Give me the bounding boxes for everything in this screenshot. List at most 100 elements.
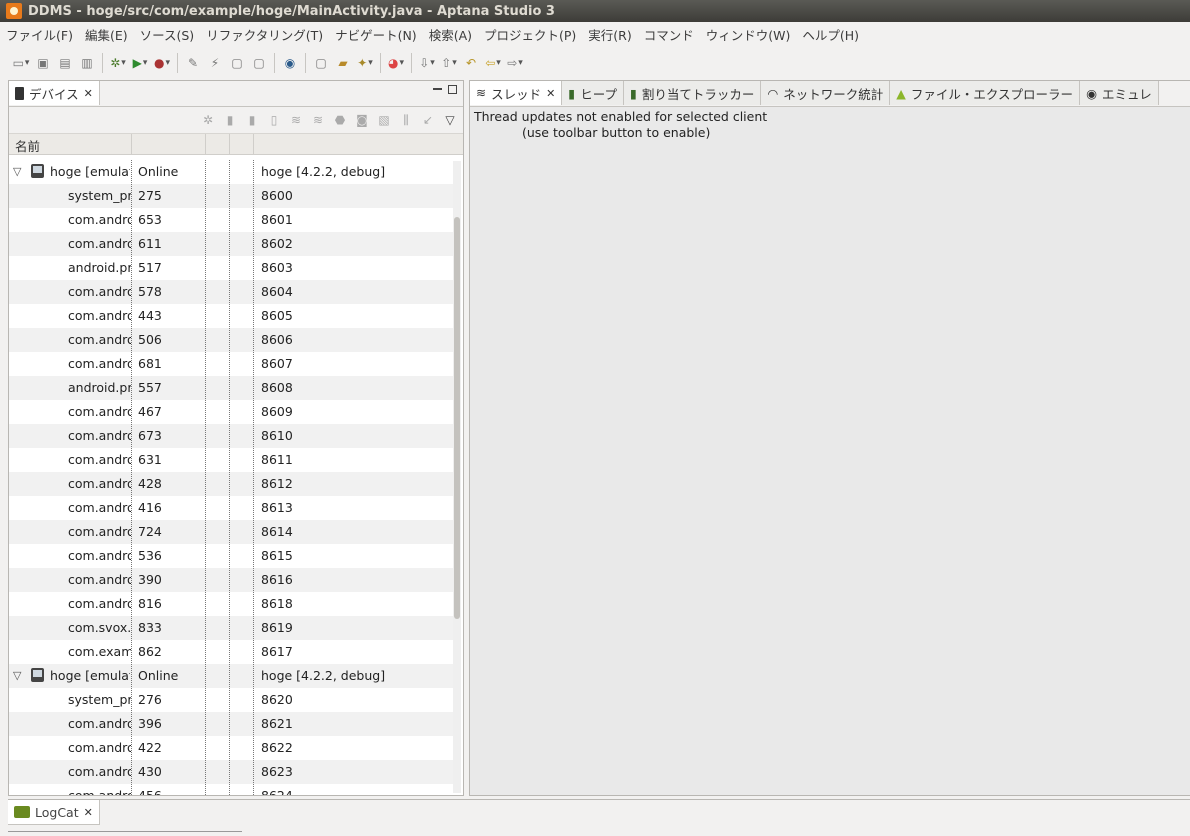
thread-icon: ≋ [476, 86, 487, 100]
wand-icon[interactable]: ✦ [356, 54, 374, 72]
menu-refactor[interactable]: リファクタリング(T) [200, 25, 329, 44]
systrace-icon[interactable]: ▧ [375, 111, 393, 129]
hierarchy-icon[interactable]: ↙ [419, 111, 437, 129]
color-wheel-icon[interactable]: ◕ [387, 54, 405, 72]
process-port: 8603 [261, 260, 293, 275]
forward-icon[interactable]: ⇨ [506, 54, 524, 72]
menu-window[interactable]: ウィンドウ(W) [700, 25, 797, 44]
view-menu-icon[interactable]: ▽ [441, 111, 459, 129]
device-row[interactable]: ▽ hoge [emulat Online hoge [4.2.2, debug] [9, 664, 453, 688]
external-tools-icon[interactable]: ● [153, 54, 171, 72]
previous-annotation-icon[interactable]: ⇧ [440, 54, 458, 72]
tool-icon[interactable]: ▢ [250, 54, 268, 72]
process-row[interactable]: com.andro 681 8607 [9, 352, 453, 376]
menu-navigate[interactable]: ナビゲート(N) [329, 25, 423, 44]
process-row[interactable]: com.andro 673 8610 [9, 424, 453, 448]
process-row[interactable]: com.andro 536 8615 [9, 544, 453, 568]
globe-icon[interactable]: ◉ [281, 54, 299, 72]
process-row[interactable]: com.andro 631 8611 [9, 448, 453, 472]
close-icon[interactable]: ✕ [84, 806, 93, 819]
column-divider[interactable] [253, 134, 254, 154]
close-icon[interactable]: ✕ [546, 87, 555, 100]
tab-network-statistics[interactable]: ◠ ネットワーク統計 [761, 81, 891, 105]
menu-source[interactable]: ソース(S) [134, 25, 201, 44]
process-row[interactable]: com.andro 416 8613 [9, 496, 453, 520]
process-row[interactable]: com.andro 506 8606 [9, 328, 453, 352]
update-threads-icon[interactable]: ≋ [287, 111, 305, 129]
process-row[interactable]: android.pr 557 8608 [9, 376, 453, 400]
tab-emulator-control[interactable]: ◉ エミュレ [1080, 81, 1159, 105]
cause-gc-icon[interactable]: ▯ [265, 111, 283, 129]
scrollbar-thumb[interactable] [454, 217, 460, 619]
minimize-icon[interactable] [433, 88, 442, 90]
tab-file-explorer[interactable]: ▲ ファイル・エクスプローラー [890, 81, 1081, 105]
tool-icon[interactable]: ▢ [228, 54, 246, 72]
tab-devices[interactable]: デバイス ✕ [9, 81, 100, 105]
process-row[interactable]: com.andro 422 8622 [9, 736, 453, 760]
print-icon[interactable]: ▥ [78, 54, 96, 72]
process-row[interactable]: com.andro 578 8604 [9, 280, 453, 304]
column-divider[interactable] [229, 134, 230, 154]
process-row[interactable]: com.andro 467 8609 [9, 400, 453, 424]
process-row[interactable]: android.pr 517 8603 [9, 256, 453, 280]
tab-logcat[interactable]: LogCat ✕ [8, 800, 100, 825]
next-annotation-icon[interactable]: ⇩ [418, 54, 436, 72]
screen-capture-icon[interactable]: ◙ [353, 111, 371, 129]
opengl-trace-icon[interactable]: ⫼ [397, 111, 415, 129]
process-row[interactable]: com.andro 611 8602 [9, 232, 453, 256]
close-icon[interactable]: ✕ [84, 87, 93, 100]
tab-threads[interactable]: ≋ スレッド ✕ [470, 81, 563, 105]
process-row[interactable]: com.andro 816 8618 [9, 592, 453, 616]
tool-icon[interactable]: ✎ [184, 54, 202, 72]
tab-allocation-tracker-label: 割り当てトラッカー [641, 86, 755, 102]
stop-process-icon[interactable]: ⬣ [331, 111, 349, 129]
menu-project[interactable]: プロジェクト(P) [478, 25, 582, 44]
tool-icon[interactable]: ▢ [312, 54, 330, 72]
process-row[interactable]: system_pr 276 8620 [9, 688, 453, 712]
menu-edit[interactable]: 編集(E) [79, 25, 134, 44]
column-divider[interactable] [205, 134, 206, 154]
process-row[interactable]: com.andro 390 8616 [9, 568, 453, 592]
process-pid: 653 [138, 212, 162, 227]
menu-search[interactable]: 検索(A) [423, 25, 478, 44]
save-icon[interactable]: ▣ [34, 54, 52, 72]
menu-run[interactable]: 実行(R) [582, 25, 637, 44]
save-all-icon[interactable]: ▤ [56, 54, 74, 72]
process-pid: 390 [138, 572, 162, 587]
tree-expand-icon[interactable]: ▽ [13, 669, 21, 682]
tab-devices-label: デバイス [29, 86, 79, 102]
debug-icon[interactable]: ✲ [109, 54, 127, 72]
device-row[interactable]: ▽ hoge [emulat Online hoge [4.2.2, debug] [9, 160, 453, 184]
maximize-icon[interactable] [448, 85, 457, 94]
column-header-name[interactable]: 名前 [15, 136, 40, 155]
process-row[interactable]: system_pr 275 8600 [9, 184, 453, 208]
process-row[interactable]: com.andro 430 8623 [9, 760, 453, 784]
process-row[interactable]: com.andro 724 8614 [9, 520, 453, 544]
open-folder-icon[interactable]: ▰ [334, 54, 352, 72]
lightning-icon[interactable]: ⚡ [206, 54, 224, 72]
new-icon[interactable]: ▭ [12, 54, 30, 72]
back-icon[interactable]: ⇦ [484, 54, 502, 72]
process-port: 8613 [261, 500, 293, 515]
process-row[interactable]: com.svox.p 833 8619 [9, 616, 453, 640]
debug-process-icon[interactable]: ✲ [199, 111, 217, 129]
column-divider[interactable] [131, 134, 132, 154]
vertical-scrollbar[interactable] [453, 161, 461, 793]
process-row[interactable]: com.andro 428 8612 [9, 472, 453, 496]
tab-allocation-tracker[interactable]: ▮ 割り当てトラッカー [623, 81, 762, 105]
last-edit-icon[interactable]: ↶ [462, 54, 480, 72]
tree-expand-icon[interactable]: ▽ [13, 165, 21, 178]
update-heap-icon[interactable]: ▮ [221, 111, 239, 129]
menu-file[interactable]: ファイル(F) [0, 25, 79, 44]
menu-help[interactable]: ヘルプ(H) [796, 25, 865, 44]
process-row[interactable]: com.andro 653 8601 [9, 208, 453, 232]
tab-heap[interactable]: ▮ ヒープ [562, 81, 624, 105]
method-profiling-icon[interactable]: ≋ [309, 111, 327, 129]
process-row[interactable]: com.examp 862 8617 [9, 640, 453, 664]
process-row[interactable]: com.andro 443 8605 [9, 304, 453, 328]
menu-commands[interactable]: コマンド [638, 25, 700, 44]
run-icon[interactable]: ▶ [131, 54, 149, 72]
dump-hprof-icon[interactable]: ▮ [243, 111, 261, 129]
process-row[interactable]: com.andro 396 8621 [9, 712, 453, 736]
process-row[interactable]: com.andro 456 8624 [9, 784, 453, 795]
